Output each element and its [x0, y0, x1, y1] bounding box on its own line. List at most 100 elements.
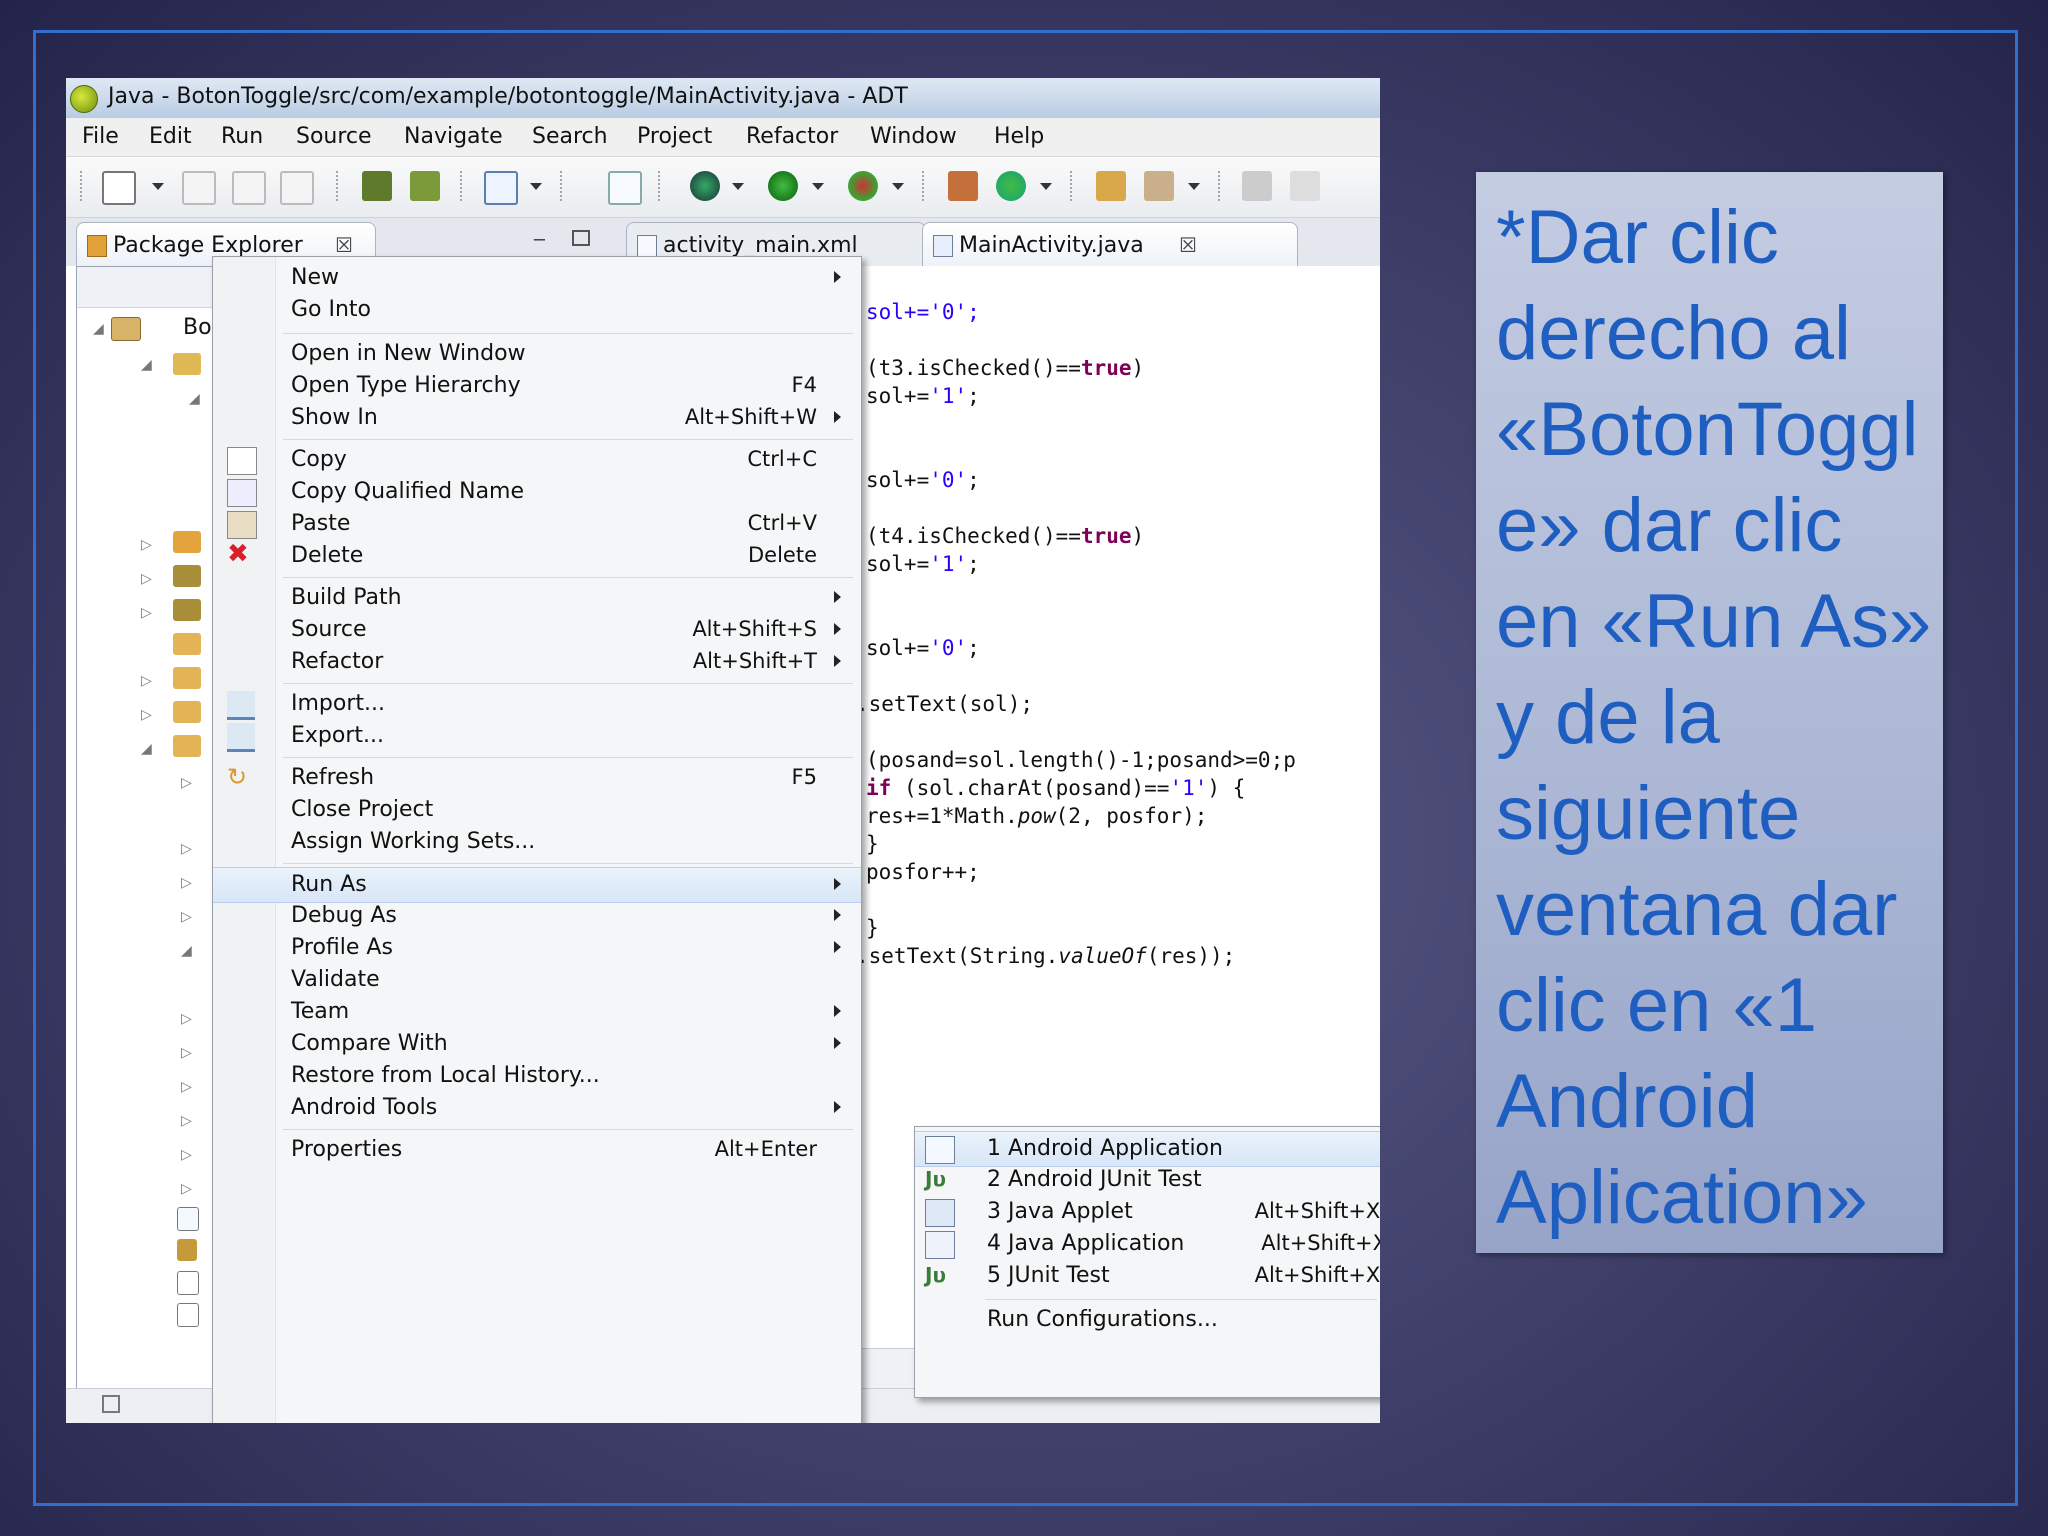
run-as-java-application[interactable]: 4 Java Application Alt+Shift+X: [915, 1227, 1380, 1261]
close-icon[interactable]: ☒: [1179, 233, 1197, 257]
menu-item-open-type-hierarchy[interactable]: Open Type Hierarchy F4: [213, 369, 861, 403]
debug-icon[interactable]: [690, 171, 720, 201]
toolbar-separator: [658, 171, 660, 203]
menu-item-debug-as[interactable]: Debug As: [213, 899, 861, 933]
annotation-icon[interactable]: [1242, 171, 1272, 201]
code-line: .setText(sol);: [856, 692, 1034, 716]
run-icon[interactable]: [768, 171, 798, 201]
tree-collapsed-arrow-icon[interactable]: ▷: [181, 909, 192, 925]
menu-item-show-in[interactable]: Show In Alt+Shift+W: [213, 401, 861, 435]
open-type-icon[interactable]: [1096, 171, 1126, 201]
close-icon[interactable]: ☒: [335, 233, 353, 257]
pen-icon[interactable]: [1290, 171, 1320, 201]
chevron-down-icon[interactable]: [1186, 171, 1200, 201]
menu-item-build-path[interactable]: Build Path: [213, 581, 861, 615]
new-package-icon[interactable]: [948, 171, 978, 201]
menu-item-new[interactable]: New: [213, 261, 861, 295]
menu-item-team[interactable]: Team: [213, 995, 861, 1029]
menu-project[interactable]: Project: [637, 124, 712, 149]
tree-expanded-arrow-icon[interactable]: ◢: [141, 741, 152, 757]
tree-collapsed-arrow-icon[interactable]: ▷: [141, 673, 152, 689]
save-icon[interactable]: [182, 171, 216, 205]
tree-collapsed-arrow-icon[interactable]: ▷: [181, 1011, 192, 1027]
maximize-icon[interactable]: [572, 230, 590, 246]
menu-run[interactable]: Run: [221, 124, 263, 149]
print-icon[interactable]: [280, 171, 314, 205]
menu-item-copy[interactable]: Copy Ctrl+C: [213, 443, 861, 477]
tree-expanded-arrow-icon[interactable]: ◢: [189, 391, 200, 407]
chevron-down-icon[interactable]: [730, 171, 744, 201]
menu-navigate[interactable]: Navigate: [404, 124, 503, 149]
chevron-down-icon[interactable]: [150, 171, 164, 201]
minimize-icon[interactable]: ─: [534, 230, 545, 251]
new-icon[interactable]: [102, 171, 136, 205]
tree-collapsed-arrow-icon[interactable]: ▷: [141, 537, 152, 553]
menu-item-copy-qualified-name[interactable]: Copy Qualified Name: [213, 475, 861, 509]
menu-item-export[interactable]: Export...: [213, 719, 861, 753]
menu-search[interactable]: Search: [532, 124, 608, 149]
menu-item-close-project[interactable]: Close Project: [213, 793, 861, 827]
external-tools-icon[interactable]: [848, 171, 878, 201]
menu-item-properties[interactable]: Properties Alt+Enter: [213, 1133, 861, 1167]
new-android-project-icon[interactable]: [608, 171, 642, 205]
chevron-down-icon[interactable]: [1038, 171, 1052, 201]
run-as-junit-test[interactable]: Jυ 5 JUnit Test Alt+Shift+X,: [915, 1259, 1380, 1293]
tree-collapsed-arrow-icon[interactable]: ▷: [181, 841, 192, 857]
menu-item-profile-as[interactable]: Profile As: [213, 931, 861, 965]
main-toolbar: [66, 157, 1380, 218]
tree-collapsed-arrow-icon[interactable]: ▷: [141, 571, 152, 587]
tree-collapsed-arrow-icon[interactable]: ▷: [181, 875, 192, 891]
run-as-android-application[interactable]: 1 Android Application: [915, 1131, 1380, 1167]
tree-collapsed-arrow-icon[interactable]: ▷: [181, 1045, 192, 1061]
tree-expanded-arrow-icon[interactable]: ◢: [93, 321, 104, 337]
menu-window[interactable]: Window: [870, 124, 957, 149]
run-as-android-junit-test[interactable]: Jυ 2 Android JUnit Test: [915, 1163, 1380, 1197]
tree-expanded-arrow-icon[interactable]: ◢: [141, 357, 152, 373]
menu-item-refactor[interactable]: Refactor Alt+Shift+T: [213, 645, 861, 679]
menu-item-android-tools[interactable]: Android Tools: [213, 1091, 861, 1125]
chevron-down-icon[interactable]: [890, 171, 904, 201]
menu-item-restore-from-local-history[interactable]: Restore from Local History...: [213, 1059, 861, 1093]
menu-item-refresh[interactable]: ↻ Refresh F5: [213, 761, 861, 795]
menu-item-open-in-new-window[interactable]: Open in New Window: [213, 337, 861, 371]
tree-collapsed-arrow-icon[interactable]: ▷: [181, 1181, 192, 1197]
save-all-icon[interactable]: [232, 171, 266, 205]
menu-file[interactable]: File: [82, 124, 119, 149]
chevron-down-icon[interactable]: [810, 171, 824, 201]
menu-item-run-as[interactable]: Run As: [213, 867, 861, 903]
menu-edit[interactable]: Edit: [149, 124, 192, 149]
menu-refactor[interactable]: Refactor: [746, 124, 838, 149]
menu-separator: [283, 333, 853, 334]
tree-collapsed-arrow-icon[interactable]: ▷: [181, 1147, 192, 1163]
submenu-arrow-icon: [834, 623, 841, 635]
tab-main-activity-java[interactable]: MainActivity.java ☒: [922, 222, 1298, 266]
code-line: (t3.isChecked()==true): [866, 356, 1145, 380]
menu-item-assign-working-sets[interactable]: Assign Working Sets...: [213, 825, 861, 859]
new-class-icon[interactable]: [996, 171, 1026, 201]
menu-item-delete[interactable]: ✖ Delete Delete: [213, 539, 861, 573]
menu-item-paste[interactable]: Paste Ctrl+V: [213, 507, 861, 541]
avd-manager-icon[interactable]: [410, 171, 440, 201]
menu-source[interactable]: Source: [296, 124, 372, 149]
tree-collapsed-arrow-icon[interactable]: ▷: [181, 1079, 192, 1095]
checkbox-icon[interactable]: [484, 171, 518, 205]
tree-collapsed-arrow-icon[interactable]: ▷: [181, 1113, 192, 1129]
android-sdk-manager-icon[interactable]: [362, 171, 392, 201]
menu-help[interactable]: Help: [994, 124, 1044, 149]
menu-item-go-into[interactable]: Go Into: [213, 293, 861, 327]
menu-item-source[interactable]: Source Alt+Shift+S: [213, 613, 861, 647]
menu-item-import[interactable]: Import...: [213, 687, 861, 721]
chevron-down-icon[interactable]: [528, 171, 542, 201]
menu-item-compare-with[interactable]: Compare With: [213, 1027, 861, 1061]
delete-icon: ✖: [227, 539, 249, 569]
tree-collapsed-arrow-icon[interactable]: ▷: [181, 775, 192, 791]
run-as-java-applet[interactable]: 3 Java Applet Alt+Shift+X,: [915, 1195, 1380, 1229]
run-configurations[interactable]: Run Configurations...: [915, 1303, 1380, 1337]
android-junit-icon: Jυ: [925, 1167, 946, 1191]
search-icon[interactable]: [1144, 171, 1174, 201]
menu-item-validate[interactable]: Validate: [213, 963, 861, 997]
tree-expanded-arrow-icon[interactable]: ◢: [181, 943, 192, 959]
fast-view-icon[interactable]: [102, 1395, 120, 1413]
tree-collapsed-arrow-icon[interactable]: ▷: [141, 605, 152, 621]
tree-collapsed-arrow-icon[interactable]: ▷: [141, 707, 152, 723]
